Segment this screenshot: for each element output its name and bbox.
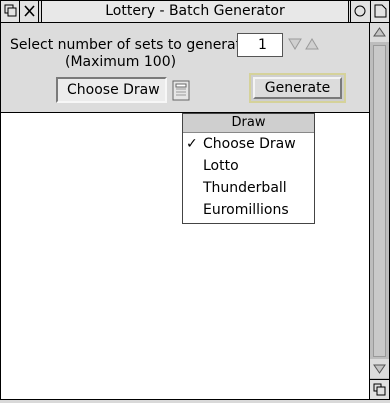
close-icon[interactable] — [20, 1, 39, 22]
set-count-field[interactable]: 1 — [237, 33, 283, 57]
scroll-track[interactable] — [373, 45, 386, 357]
menu-item-thunderball[interactable]: Thunderball — [183, 177, 314, 199]
menu-icon[interactable] — [171, 80, 191, 101]
draw-menu: Draw ✓ Choose Draw Lotto Thunderball Eur… — [182, 113, 315, 224]
scroll-down-icon[interactable] — [370, 359, 389, 378]
menu-item-label: Lotto — [203, 158, 239, 174]
scroll-up-icon[interactable] — [370, 23, 389, 42]
generate-button-label: Generate — [253, 77, 342, 99]
resize-icon[interactable] — [369, 379, 389, 399]
vertical-scrollbar[interactable] — [369, 23, 389, 379]
menu-item-label: Thunderball — [203, 180, 287, 196]
checkmark-icon: ✓ — [186, 136, 198, 152]
generate-button[interactable]: Generate — [249, 73, 346, 103]
window: Lottery - Batch Generator Select number … — [0, 0, 390, 400]
toolbar-pane: Select number of sets to generate 1 (Max… — [1, 23, 389, 113]
menu-item-label: Choose Draw — [203, 136, 296, 152]
toggle-size-icon[interactable] — [370, 1, 389, 22]
up-arrow-icon[interactable] — [305, 37, 319, 51]
menu-item-lotto[interactable]: Lotto — [183, 155, 314, 177]
draw-display-field: Choose Draw — [56, 77, 167, 103]
back-icon[interactable] — [1, 1, 20, 22]
menu-item-euromillions[interactable]: Euromillions — [183, 199, 314, 221]
down-arrow-icon[interactable] — [288, 37, 302, 51]
title-bar[interactable]: Lottery - Batch Generator — [1, 1, 389, 23]
select-label: Select number of sets to generate — [10, 37, 250, 53]
menu-title: Draw — [183, 114, 314, 133]
max-label: (Maximum 100) — [65, 54, 177, 70]
menu-item-label: Euromillions — [203, 202, 289, 218]
iconise-icon[interactable] — [350, 1, 369, 22]
window-title[interactable]: Lottery - Batch Generator — [41, 1, 349, 22]
menu-item-choose-draw[interactable]: ✓ Choose Draw — [183, 133, 314, 155]
